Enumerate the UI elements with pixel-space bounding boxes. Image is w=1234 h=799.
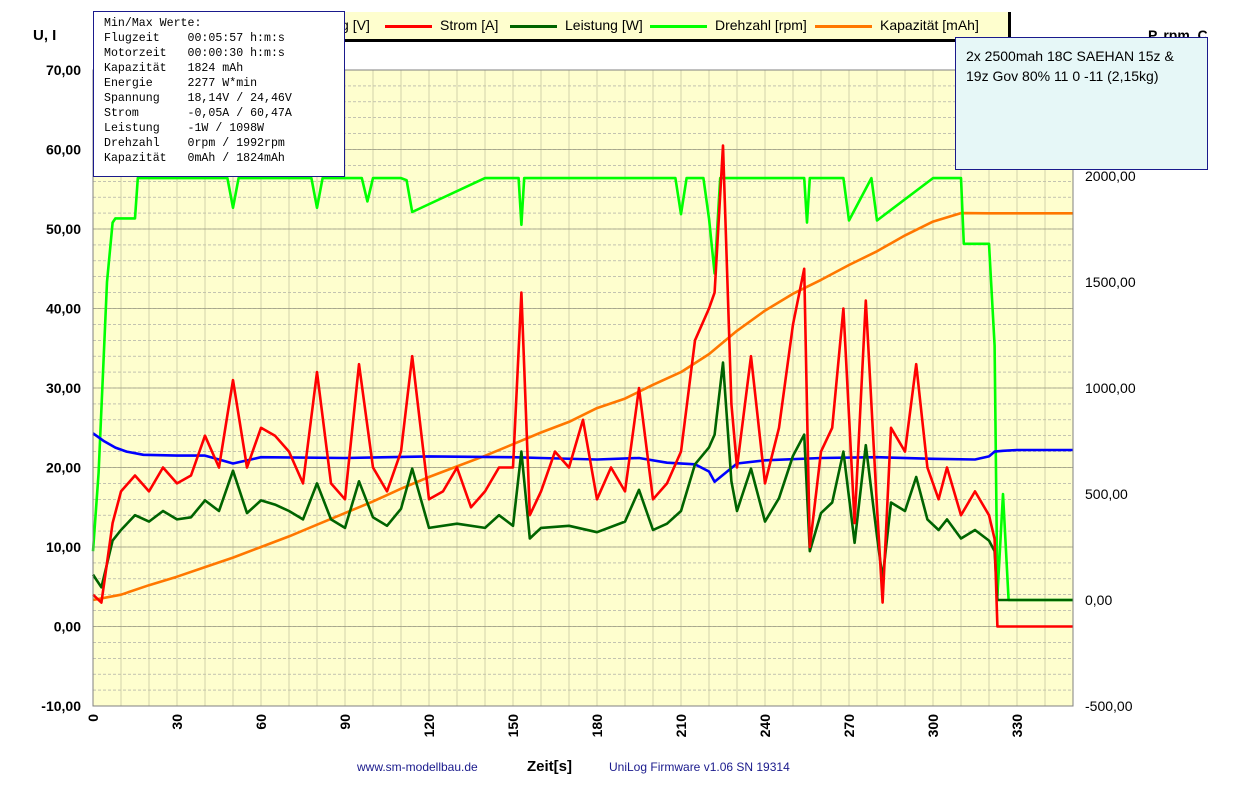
right-tick-label: 1500,00 (1085, 274, 1136, 290)
stats-row: Flugzeit 00:05:57 h:m:s (104, 32, 285, 45)
note-box: 2x 2500mah 18C SAEHAN 15z & 19z Gov 80% … (955, 37, 1208, 170)
x-axis-label: Zeit[s] (527, 758, 572, 775)
x-tick-label: 180 (589, 714, 605, 738)
legend-entry: Kapazität [mAh] (880, 17, 979, 33)
legend-swatch (385, 25, 432, 28)
left-tick-label: 70,00 (46, 62, 81, 78)
stats-row: Kapazität 0mAh / 1824mAh (104, 152, 285, 165)
left-tick-label: -10,00 (41, 698, 81, 714)
legend-entry: Drehzahl [rpm] (715, 17, 807, 33)
website-link[interactable]: www.sm-modellbau.de (357, 760, 478, 774)
right-tick-label: 2000,00 (1085, 168, 1136, 184)
firmware-info: UniLog Firmware v1.06 SN 19314 (609, 760, 790, 774)
left-tick-label: 30,00 (46, 380, 81, 396)
left-tick-label: 20,00 (46, 460, 81, 476)
left-tick-label: 40,00 (46, 301, 81, 317)
x-tick-label: 240 (757, 714, 773, 738)
stats-row: Kapazität 1824 mAh (104, 62, 244, 75)
left-tick-label: 0,00 (54, 619, 81, 635)
legend: Spannung [V]Strom [A]Leistung [W]Drehzah… (235, 12, 1011, 42)
right-tick-label: 1000,00 (1085, 380, 1136, 396)
stats-row: Drehzahl 0rpm / 1992rpm (104, 137, 285, 150)
left-tick-label: 50,00 (46, 221, 81, 237)
stats-title: Min/Max Werte: (104, 17, 202, 30)
x-tick-label: 270 (841, 714, 857, 738)
right-tick-label: 0,00 (1085, 592, 1112, 608)
right-tick-label: 500,00 (1085, 486, 1128, 502)
stats-row: Leistung -1W / 1098W (104, 122, 265, 135)
x-tick-label: 30 (169, 714, 185, 730)
left-tick-label: 10,00 (46, 539, 81, 555)
stats-row: Energie 2277 W*min (104, 77, 258, 90)
right-tick-label: -500,00 (1085, 698, 1133, 714)
x-tick-label: 90 (337, 714, 353, 730)
x-tick-label: 330 (1009, 714, 1025, 738)
x-tick-label: 60 (253, 714, 269, 730)
stats-row: Strom -0,05A / 60,47A (104, 107, 292, 120)
stats-row: Motorzeit 00:00:30 h:m:s (104, 47, 285, 60)
x-tick-label: 150 (505, 714, 521, 738)
left-axis-label: U, I (33, 27, 57, 44)
legend-entry: Strom [A] (440, 17, 499, 33)
stats-row: Spannung 18,14V / 24,46V (104, 92, 292, 105)
legend-swatch (510, 25, 557, 28)
legend-entry: Leistung [W] (565, 17, 643, 33)
legend-swatch (815, 25, 872, 28)
legend-swatch (650, 25, 707, 28)
x-tick-label: 210 (673, 714, 689, 738)
x-tick-label: 0 (85, 714, 101, 722)
x-tick-label: 120 (421, 714, 437, 738)
stats-box: Min/Max Werte: Flugzeit 00:05:57 h:m:s Mo… (93, 11, 345, 177)
x-tick-label: 300 (925, 714, 941, 738)
left-tick-label: 60,00 (46, 142, 81, 158)
